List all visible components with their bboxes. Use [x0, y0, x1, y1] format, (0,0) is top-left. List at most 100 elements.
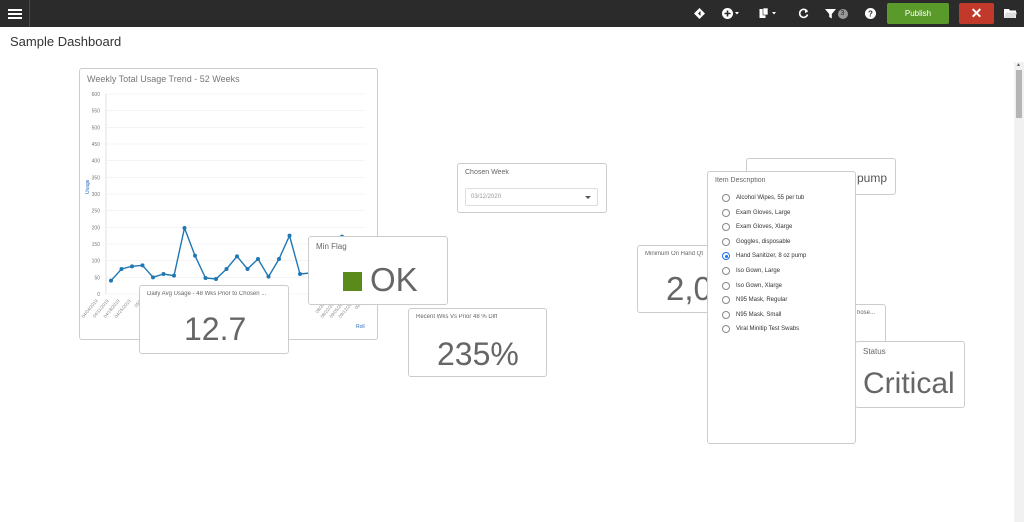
data-point [277, 257, 281, 261]
radio-button[interactable] [722, 194, 730, 202]
add-icon[interactable] [720, 0, 742, 27]
chosen-week-title: Chosen Week [465, 169, 509, 176]
menu-icon[interactable] [0, 0, 30, 27]
y-tick-label: 450 [92, 142, 101, 148]
top-toolbar: 3 ? Publish ✕ [0, 0, 1024, 27]
item-radio-option[interactable]: Alcohol Wipes, 55 per tub [722, 194, 804, 202]
status-ok-swatch [343, 272, 362, 291]
data-point [298, 272, 302, 276]
data-point [182, 226, 187, 230]
data-point [172, 273, 176, 278]
radio-label: N95 Mask, Small [736, 311, 782, 318]
data-point [287, 233, 292, 238]
radio-label: Hand Sanitizer, 8 oz pump [736, 253, 807, 260]
daily-avg-card: Daily Avg Usage - 48 Wks Prior to Chosen… [139, 285, 289, 354]
refresh-icon[interactable] [794, 0, 812, 27]
radio-button[interactable] [722, 310, 730, 319]
daily-avg-value: 12.7 [184, 311, 247, 347]
item-radio-option[interactable]: Iso Gown, Large [722, 267, 780, 275]
recent-diff-value: 235% [437, 336, 519, 372]
y-tick-label: 350 [92, 175, 101, 181]
data-point [161, 272, 166, 276]
min-on-hand-title: Minimum On Hand Qt [645, 251, 704, 257]
daily-avg-title: Daily Avg Usage - 48 Wks Prior to Chosen… [147, 291, 267, 297]
data-point [256, 257, 260, 261]
item-radio-option[interactable]: Iso Gown, Xlarge [722, 281, 783, 290]
recent-diff-title: Recent Wks Vs Prior 48 % Diff [416, 314, 498, 320]
y-tick-label: 300 [92, 192, 101, 198]
recent-diff-card: Recent Wks Vs Prior 48 % Diff 235% [408, 308, 547, 377]
item-radio-option[interactable]: N95 Mask, Small [722, 310, 782, 319]
y-tick-label: 400 [92, 159, 101, 165]
chevron-down-icon [585, 196, 591, 199]
help-icon[interactable]: ? [861, 0, 879, 27]
radio-button[interactable] [722, 296, 730, 305]
scroll-thumb[interactable] [1016, 70, 1022, 118]
data-point [214, 277, 218, 281]
folder-icon[interactable] [1000, 0, 1020, 27]
y-tick-label: 200 [92, 225, 101, 231]
item-radio-option[interactable]: Goggles, disposable [722, 237, 791, 246]
status-card: Status Critical [855, 341, 965, 408]
data-point [130, 264, 134, 269]
radio-label: Alcohol Wipes, 55 per tub [736, 195, 805, 201]
y-axis-label: Usage [85, 179, 91, 194]
chosen-week-select[interactable]: 03/12/2020 [465, 188, 598, 206]
svg-text:?: ? [868, 10, 873, 19]
radio-button[interactable] [722, 281, 730, 290]
data-point [245, 267, 250, 271]
close-button[interactable]: ✕ [959, 3, 994, 24]
radio-label: Viral Minitip Test Swabs [736, 326, 800, 333]
data-point [235, 254, 239, 259]
diamond-icon[interactable] [690, 0, 708, 27]
partial-card-title: hose... [857, 310, 876, 316]
radio-button[interactable] [722, 223, 730, 232]
item-description-card: Item Description Alcohol Wipes, 55 per t… [707, 171, 856, 444]
min-flag-title: Min Flag [316, 242, 347, 251]
x-axis-label: Roll [356, 324, 365, 330]
min-on-hand-value: 2,0 [666, 270, 712, 307]
item-radio-option[interactable]: N95 Mask, Regular [722, 296, 787, 305]
radio-button[interactable] [722, 252, 730, 261]
radio-label: Iso Gown, Xlarge [736, 282, 783, 289]
min-flag-card: Min Flag OK [308, 236, 448, 305]
item-radio-option[interactable]: Viral Minitip Test Swabs [722, 325, 800, 334]
data-point [140, 263, 145, 268]
chosen-week-value: 03/12/2020 [471, 194, 502, 200]
status-title: Status [863, 347, 886, 356]
data-point [203, 276, 208, 280]
item-name-value: pump [857, 171, 888, 185]
data-point [151, 275, 155, 280]
filter-count-badge: 3 [837, 8, 848, 19]
item-radio-option[interactable]: Exam Gloves, Xlarge [722, 223, 792, 232]
y-tick-label: 600 [92, 92, 101, 98]
y-tick-label: 150 [92, 242, 101, 248]
publish-button[interactable]: Publish [887, 3, 949, 24]
data-point [119, 267, 124, 271]
item-radio-option[interactable]: Exam Gloves, Large [722, 208, 790, 217]
data-point [224, 267, 229, 271]
radio-button[interactable] [722, 208, 730, 217]
y-tick-label: 500 [92, 125, 101, 131]
radio-label: Iso Gown, Large [736, 268, 781, 274]
radio-label: Goggles, disposable [736, 238, 791, 245]
data-point [266, 274, 271, 279]
item-description-title: Item Description [715, 177, 766, 184]
status-value: Critical [863, 367, 955, 400]
page-scrollbar[interactable]: ▲ [1014, 62, 1024, 522]
data-point [193, 253, 197, 258]
copy-icon[interactable] [757, 0, 779, 27]
radio-button[interactable] [722, 267, 730, 275]
radio-button[interactable] [722, 325, 730, 334]
chosen-week-card: Chosen Week 03/12/2020 [457, 163, 607, 213]
y-tick-label: 50 [94, 275, 100, 281]
min-flag-value: OK [370, 261, 418, 298]
data-point [109, 278, 113, 283]
item-radio-option[interactable]: Hand Sanitizer, 8 oz pump [722, 252, 807, 261]
filter-icon[interactable]: 3 [822, 0, 850, 27]
page-title: Sample Dashboard [10, 34, 122, 49]
y-tick-label: 550 [92, 109, 101, 115]
scroll-up-icon[interactable]: ▲ [1016, 62, 1021, 68]
radio-button[interactable] [722, 237, 730, 246]
y-tick-label: 100 [92, 259, 101, 265]
